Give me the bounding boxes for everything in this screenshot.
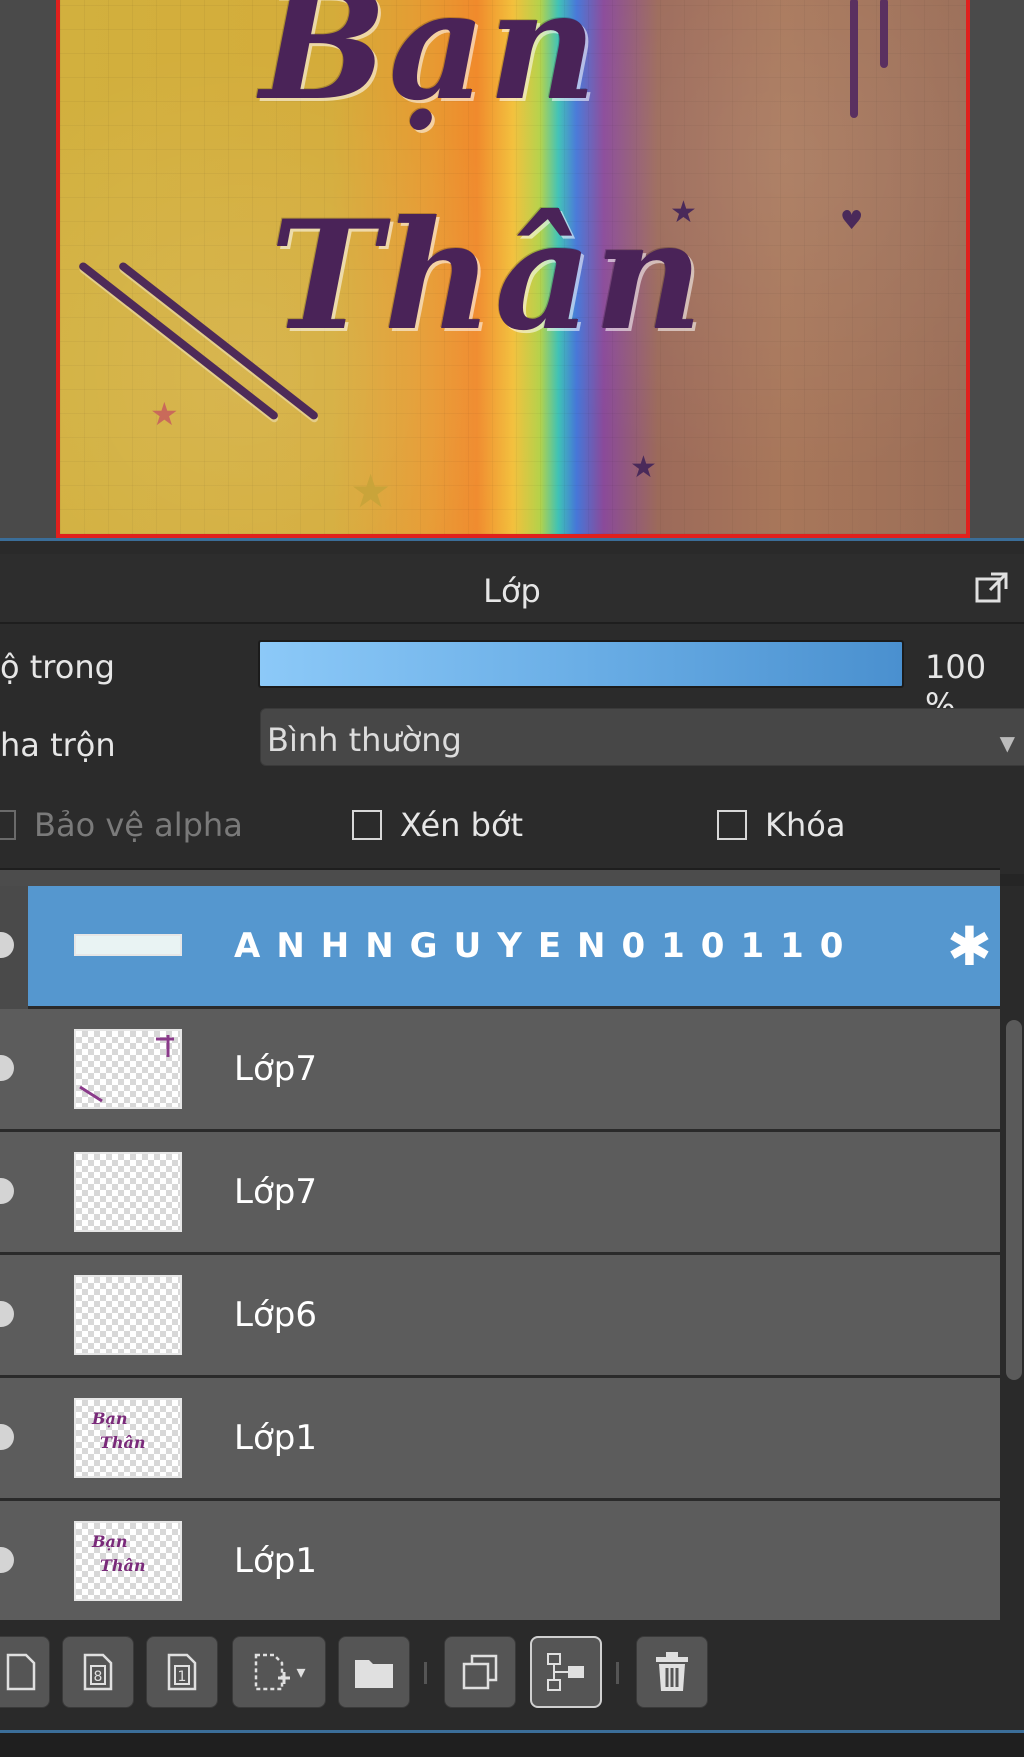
- folder-icon: [355, 1660, 393, 1688]
- heart-icon: ♥: [840, 206, 864, 236]
- layer-row[interactable]: Bạn Thân Lớp1: [0, 1378, 1000, 1501]
- opacity-label: ộ trong: [0, 648, 115, 686]
- popout-icon[interactable]: [974, 570, 1010, 606]
- layers-panel-header: Lớp: [0, 554, 1024, 624]
- duplicate-layer-button[interactable]: [444, 1636, 516, 1708]
- checkbox-box[interactable]: [0, 810, 16, 840]
- layer-thumbnail: Bạn Thân: [74, 1521, 182, 1601]
- layer-properties: ộ trong 100 % ha trộn Bình thường ▼ Bảo …: [0, 624, 1024, 874]
- thumbnail-text: Thân: [100, 1556, 146, 1575]
- new-8bit-layer-icon: 8: [83, 1653, 113, 1691]
- delete-layer-button[interactable]: [636, 1636, 708, 1708]
- thumbnail-text: Thân: [100, 1433, 146, 1452]
- panel-divider[interactable]: [0, 538, 1024, 554]
- visibility-toggle-icon[interactable]: [0, 1547, 14, 1573]
- chevron-down-icon: ▼: [999, 731, 1015, 755]
- panel-title: Lớp: [483, 572, 541, 610]
- canvas-area[interactable]: ★ ★ ★ ★ ♥ Bạn Thân: [0, 0, 1024, 544]
- layer-row[interactable]: Lớp7: [0, 1132, 1000, 1255]
- blend-mode-select[interactable]: Bình thường ▼: [260, 708, 1024, 766]
- star-icon: ★: [350, 464, 392, 518]
- gear-icon[interactable]: ✱: [947, 920, 992, 974]
- svg-text:1: 1: [178, 1669, 187, 1685]
- layer-thumbnail: [74, 1152, 182, 1232]
- merge-down-icon: [547, 1653, 584, 1691]
- star-icon: ★: [150, 395, 179, 433]
- add-layer-dropdown-icon: [255, 1653, 291, 1691]
- thumbnail-art-icon: [79, 1035, 174, 1103]
- art-stroke: [850, 0, 858, 118]
- layer-row[interactable]: ANHNGUYEN010110 ✱: [0, 886, 1000, 1009]
- layer-name: Lớp6: [234, 1295, 317, 1335]
- new-layer-icon: [6, 1653, 36, 1691]
- thumbnail-text: Bạn: [92, 1409, 128, 1428]
- toolbar-divider: [616, 1662, 619, 1684]
- checkbox-box[interactable]: [352, 810, 382, 840]
- new-layer-button[interactable]: [0, 1636, 50, 1708]
- layer-thumbnail: Bạn Thân: [74, 1398, 182, 1478]
- clipping-label: Xén bớt: [400, 806, 524, 844]
- layer-name: ANHNGUYEN010110: [234, 926, 860, 966]
- layer-name: Lớp7: [234, 1172, 317, 1212]
- layer-name: Lớp1: [234, 1418, 317, 1458]
- alpha-protect-label: Bảo vệ alpha: [34, 806, 243, 844]
- checkbox-box[interactable]: [717, 810, 747, 840]
- layer-row[interactable]: Bạn Thân Lớp1: [0, 1501, 1000, 1620]
- clipping-checkbox[interactable]: Xén bớt: [352, 806, 523, 844]
- svg-text:8: 8: [94, 1669, 103, 1685]
- duplicate-icon: [462, 1654, 498, 1690]
- visibility-toggle-icon[interactable]: [0, 1178, 14, 1204]
- new-1bit-layer-icon: 1: [167, 1653, 197, 1691]
- visibility-toggle-icon[interactable]: [0, 1055, 14, 1081]
- layers-scrollbar[interactable]: [1000, 886, 1024, 1620]
- new-1bit-layer-button[interactable]: 1: [146, 1636, 218, 1708]
- layer-name: Lớp7: [234, 1049, 317, 1089]
- trash-icon: [656, 1652, 688, 1691]
- layer-thumbnail: [74, 1029, 182, 1109]
- blend-mode-value: Bình thường: [267, 721, 462, 759]
- layer-name: Lớp1: [234, 1541, 317, 1581]
- art-stroke: [880, 0, 888, 68]
- layer-row[interactable]: Lớp7: [0, 1009, 1000, 1132]
- layers-list[interactable]: ANHNGUYEN010110 ✱ Lớp7 Lớp7 Lớp6 Bạn Thâ…: [0, 886, 1000, 1620]
- blend-mode-label: ha trộn: [0, 726, 116, 764]
- opacity-slider[interactable]: [258, 640, 904, 688]
- chevron-down-icon: ▾: [296, 1661, 306, 1683]
- new-folder-button[interactable]: [338, 1636, 410, 1708]
- layer-thumbnail: [74, 1275, 182, 1355]
- star-icon: ★: [630, 450, 657, 485]
- lock-label: Khóa: [765, 806, 846, 844]
- alpha-protect-checkbox[interactable]: Bảo vệ alpha: [0, 806, 243, 844]
- canvas-image[interactable]: ★ ★ ★ ★ ♥ Bạn Thân: [56, 0, 970, 538]
- layers-list-top-edge: [0, 868, 1000, 886]
- visibility-toggle-icon[interactable]: [0, 1301, 14, 1327]
- layer-row[interactable]: Lớp6: [0, 1255, 1000, 1378]
- panel-bottom-edge: [0, 1730, 1024, 1757]
- merge-down-button[interactable]: [530, 1636, 602, 1708]
- lock-checkbox[interactable]: Khóa: [717, 806, 845, 844]
- artwork-text-line2: Thân: [270, 188, 705, 364]
- toolbar-divider: [424, 1662, 427, 1684]
- visibility-toggle-icon[interactable]: [0, 1424, 14, 1450]
- add-layer-dropdown-button[interactable]: ▾: [232, 1636, 326, 1708]
- thumbnail-text: Bạn: [92, 1532, 128, 1551]
- layers-toolbar: 8 1 ▾: [0, 1620, 1024, 1730]
- layer-thumbnail: [74, 934, 182, 956]
- new-8bit-layer-button[interactable]: 8: [62, 1636, 134, 1708]
- scrollbar-thumb[interactable]: [1006, 1020, 1022, 1380]
- artwork-text-line1: Bạn: [260, 0, 600, 134]
